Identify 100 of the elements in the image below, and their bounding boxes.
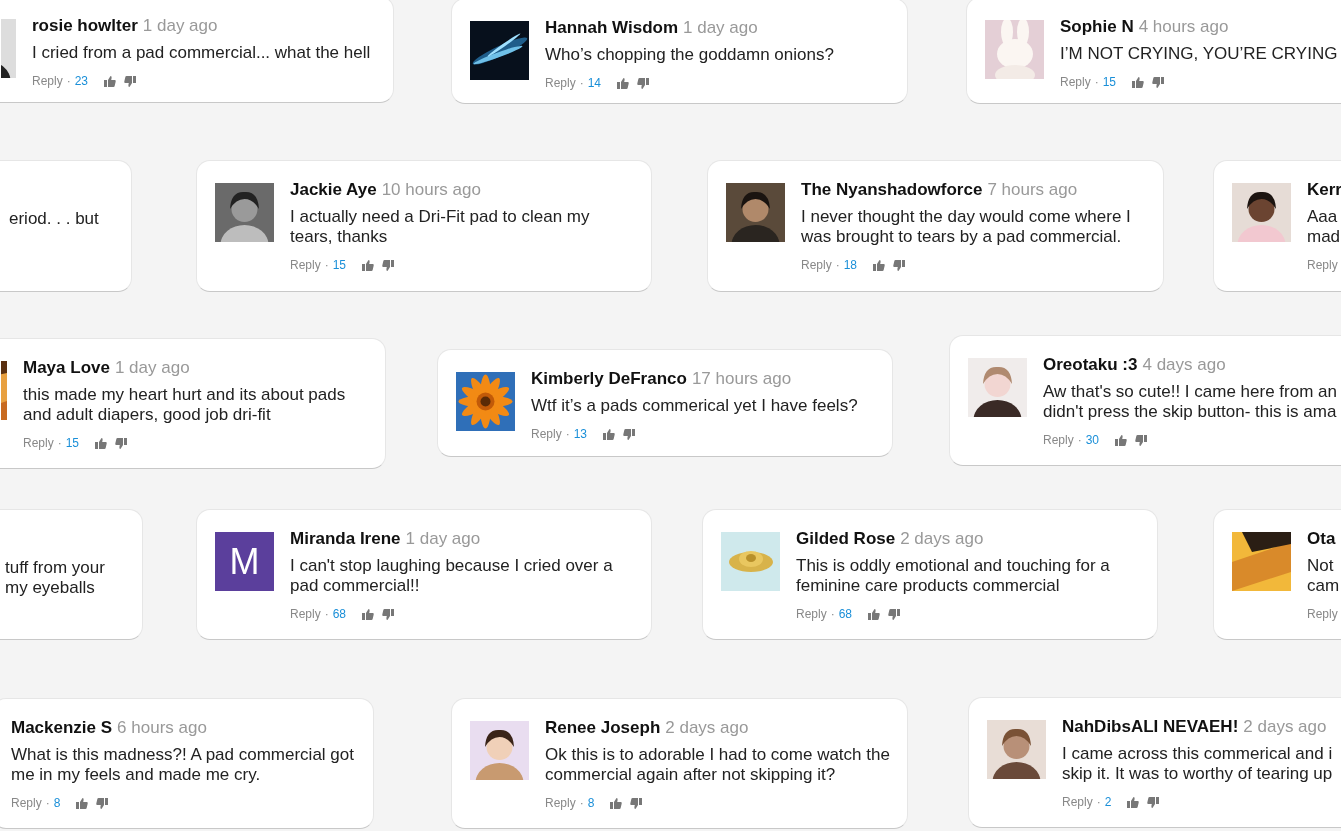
user-name[interactable]: The Nyanshadowforce [801, 179, 983, 201]
comment-text: I came across this commerical and i skip it. It was to worthy of tearing up [1062, 744, 1333, 784]
user-name[interactable]: Sophie N [1060, 16, 1134, 38]
timestamp: 7 hours ago [987, 179, 1078, 201]
user-name[interactable]: Renee Joseph [545, 717, 661, 739]
like-count: 15 [1102, 74, 1117, 90]
comment-text: What is this madness?! A pad commercial got me in my feels and made me cry. [11, 745, 354, 785]
like-count: 23 [74, 73, 89, 89]
thumbs-down-icon[interactable] [124, 75, 137, 87]
reply-link[interactable]: Reply [1062, 794, 1093, 810]
reply-link[interactable]: Reply [801, 257, 832, 273]
user-name[interactable]: NahDibsALI NEVAEH! [1062, 716, 1239, 738]
thumbs-up-icon[interactable] [1132, 76, 1145, 88]
reply-link[interactable]: Reply [1043, 432, 1074, 448]
comment-text: This is oddly emotional and touching for a feminine care products commercial [796, 556, 1110, 596]
reply-link[interactable]: Reply [1307, 257, 1338, 273]
thumbs-down-icon[interactable] [637, 77, 650, 89]
reply-link[interactable]: Reply [1307, 606, 1338, 622]
separator: · [45, 795, 50, 811]
comment-text: tuff from your my eyeballs [5, 558, 105, 598]
thumbs-up-icon[interactable] [1127, 796, 1140, 808]
thumbs-down-icon[interactable] [630, 797, 643, 809]
reply-link[interactable]: Reply [32, 73, 63, 89]
thumbs-down-icon[interactable] [382, 608, 395, 620]
like-count: 14 [587, 75, 602, 91]
like-count: 30 [1085, 432, 1100, 448]
timestamp: 2 days ago [1243, 716, 1327, 738]
comment-text: Ok this is to adorable I had to come watch the commercial again after not skipping it? [545, 745, 890, 785]
reply-link[interactable]: Reply [11, 795, 42, 811]
thumbs-up-icon[interactable] [868, 608, 881, 620]
user-name[interactable]: Ota [1307, 528, 1336, 550]
thumbs-down-icon[interactable] [382, 259, 395, 271]
reply-link[interactable]: Reply [796, 606, 827, 622]
comment-text: I can't stop laughing because I cried over a pad commercial!! [290, 556, 613, 596]
like-count: 15 [65, 435, 80, 451]
reply-link[interactable]: Reply [290, 606, 321, 622]
timestamp: 1 day ago [114, 357, 190, 379]
timestamp: 1 day ago [405, 528, 481, 550]
thumbs-up-icon[interactable] [610, 797, 623, 809]
separator: · [1094, 74, 1099, 90]
separator: · [835, 257, 840, 273]
thumbs-up-icon[interactable] [95, 437, 108, 449]
user-name[interactable]: Maya Love [23, 357, 110, 379]
timestamp: 1 day ago [142, 15, 218, 37]
comment-text: Not cam [1307, 556, 1340, 596]
separator: · [324, 606, 329, 622]
comment-text: I cried from a pad commercial... what the hell [32, 43, 371, 63]
letter-avatar: M [215, 532, 274, 591]
user-name[interactable]: rosie howlter [32, 15, 138, 37]
thumbs-down-icon[interactable] [888, 608, 901, 620]
user-name[interactable]: Kimberly DeFranco [531, 368, 687, 390]
comment-text: I’M NOT CRYING, YOU’RE CRYING [1060, 44, 1338, 64]
thumbs-up-icon[interactable] [1115, 434, 1128, 446]
comment-text: Wtf it’s a pads commerical yet I have feels? [531, 396, 858, 416]
comment-text: Aw that's so cute!! I came here from an didn't press the skip button- this is ama [1043, 382, 1337, 422]
reply-link[interactable]: Reply [1060, 74, 1091, 90]
user-name[interactable]: Gilded Rose [796, 528, 896, 550]
user-name[interactable]: Mackenzie S [11, 717, 113, 739]
separator: · [57, 435, 62, 451]
user-name[interactable]: Hannah Wisdom [545, 17, 679, 39]
thumbs-up-icon[interactable] [603, 428, 616, 440]
reply-link[interactable]: Reply [545, 795, 576, 811]
comment-text: I actually need a Dri-Fit pad to clean my tears, thanks [290, 207, 590, 247]
timestamp: 1 day ago [683, 17, 758, 39]
like-count: 15 [332, 257, 347, 273]
user-name[interactable]: Kerr [1307, 179, 1341, 201]
thumbs-down-icon[interactable] [623, 428, 636, 440]
timestamp: 4 days ago [1142, 354, 1226, 376]
like-count: 8 [53, 795, 61, 811]
reply-link[interactable]: Reply [545, 75, 576, 91]
thumbs-down-icon[interactable] [1135, 434, 1148, 446]
thumbs-up-icon[interactable] [873, 259, 886, 271]
like-count: 13 [573, 426, 588, 442]
user-name[interactable]: Oreotaku :3 [1043, 354, 1138, 376]
thumbs-up-icon[interactable] [362, 608, 375, 620]
thumbs-up-icon[interactable] [617, 77, 630, 89]
separator: · [565, 426, 570, 442]
separator: · [579, 75, 584, 91]
thumbs-up-icon[interactable] [76, 797, 89, 809]
separator: · [1077, 432, 1082, 448]
thumbs-down-icon[interactable] [1147, 796, 1160, 808]
user-name[interactable]: Jackie Aye [290, 179, 377, 201]
timestamp: 6 hours ago [117, 717, 207, 739]
reply-link[interactable]: Reply [23, 435, 54, 451]
user-name[interactable]: Miranda Irene [290, 528, 401, 550]
reply-link[interactable]: Reply [290, 257, 321, 273]
thumbs-down-icon[interactable] [1152, 76, 1165, 88]
thumbs-down-icon[interactable] [893, 259, 906, 271]
thumbs-up-icon[interactable] [104, 75, 117, 87]
separator: · [579, 795, 584, 811]
like-count: 2 [1104, 794, 1112, 810]
separator: · [324, 257, 329, 273]
thumbs-down-icon[interactable] [96, 797, 109, 809]
separator: · [66, 73, 71, 89]
thumbs-down-icon[interactable] [115, 437, 128, 449]
timestamp: 2 days ago [665, 717, 749, 739]
like-count: 68 [838, 606, 853, 622]
thumbs-up-icon[interactable] [362, 259, 375, 271]
reply-link[interactable]: Reply [531, 426, 562, 442]
timestamp: 4 hours ago [1138, 16, 1229, 38]
